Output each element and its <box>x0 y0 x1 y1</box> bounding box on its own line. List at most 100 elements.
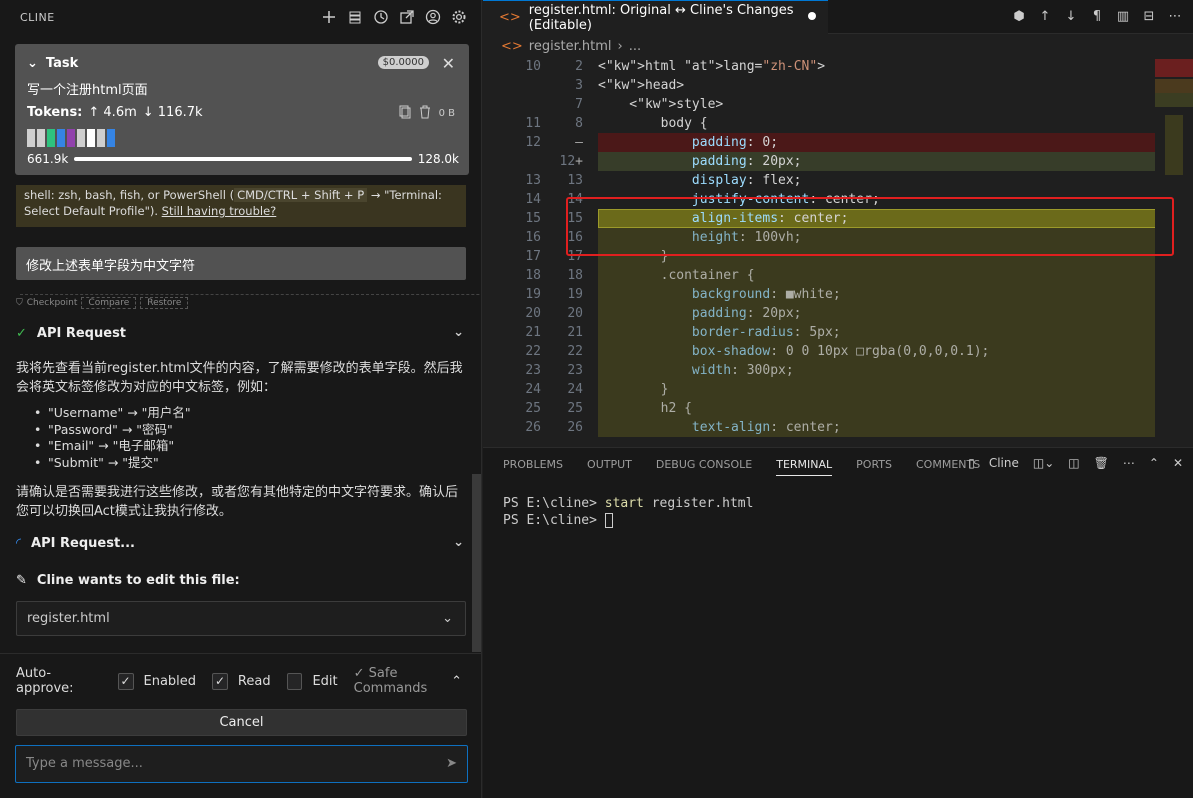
editor-tab[interactable]: <> register.html: Original ↔ Cline's Cha… <box>483 0 828 34</box>
line-number-modified: 24 <box>567 382 583 397</box>
whitespace-icon[interactable]: ¶ <box>1089 8 1105 24</box>
line-number-modified: 26 <box>567 420 583 435</box>
chevron-down-icon[interactable]: ⌄ <box>453 325 464 340</box>
copilot-icon[interactable]: ⬢ <box>1011 8 1027 24</box>
scrollbar[interactable] <box>472 474 481 652</box>
chevron-down-icon[interactable]: ⌄ <box>453 535 464 550</box>
account-icon[interactable] <box>424 8 442 26</box>
history-icon[interactable] <box>372 8 390 26</box>
code-line[interactable]: 13 13 display: flex; <box>483 171 1173 190</box>
api-request-row[interactable]: ✓ API Request ⌄ <box>16 323 466 343</box>
message-input[interactable]: Type a message... ➤ <box>15 745 468 783</box>
tab-ports[interactable]: PORTS <box>856 458 892 476</box>
code-line[interactable]: 20 20 padding: 20px; <box>483 304 1173 323</box>
line-number-modified: 20 <box>567 306 583 321</box>
panel-actions: ▯ Cline ◫⌄ ◫ 🗑 ⋯ ⌃ ✕ <box>968 456 1183 470</box>
code-line[interactable]: 25 25 h2 { <box>483 399 1173 418</box>
tab-output[interactable]: OUTPUT <box>587 458 632 476</box>
code-text: .container { <box>598 268 755 283</box>
api-request-label: API Request <box>36 325 127 341</box>
code-line[interactable]: 10 2 <"kw">html "at">lang="zh-CN"> <box>483 57 1173 76</box>
split-terminal-icon[interactable]: ◫ <box>1068 456 1079 470</box>
message-placeholder: Type a message... <box>26 756 143 771</box>
code-text: text-align: center; <box>691 420 841 435</box>
list-item: "Password" → "密码" <box>34 422 191 439</box>
tokens-row: Tokens: ↑ 4.6m ↓ 116.7k <box>27 105 203 120</box>
cancel-button[interactable]: Cancel <box>16 709 467 736</box>
line-number-original: 17 <box>525 249 541 264</box>
line-number-modified: 19 <box>567 287 583 302</box>
code-line[interactable]: 18 18 .container { <box>483 266 1173 285</box>
cost-badge: $0.0000 <box>377 56 429 69</box>
read-label: Read <box>237 673 271 689</box>
tab-debug-console[interactable]: DEBUG CONSOLE <box>656 458 752 476</box>
trash-icon[interactable]: 🗑 <box>1094 456 1109 470</box>
chevron-up-icon[interactable]: ⌃ <box>1149 456 1159 470</box>
code-line[interactable]: 19 19 background: ■white; <box>483 285 1173 304</box>
close-icon[interactable]: ✕ <box>1173 456 1183 470</box>
send-icon[interactable]: ➤ <box>446 756 457 771</box>
task-label: Task <box>45 56 79 71</box>
trouble-link[interactable]: Still having trouble? <box>162 204 277 218</box>
code-text: body { <box>598 116 708 131</box>
chevron-down-icon[interactable]: ⌄ <box>27 56 38 71</box>
mcp-servers-icon[interactable] <box>346 8 364 26</box>
code-line[interactable]: 26 26 text-align: center; <box>483 418 1173 437</box>
arrow-down-icon[interactable]: ↓ <box>1063 8 1079 24</box>
cline-panel: CLINE ⌄ Task $0.0000 ✕ 写一个注册html页面 Token… <box>0 0 482 798</box>
code-line[interactable]: 21 21 border-radius: 5px; <box>483 323 1173 342</box>
code-line[interactable]: 24 24 } <box>483 380 1173 399</box>
breadcrumb-file[interactable]: register.html <box>529 39 612 54</box>
popout-icon[interactable] <box>398 8 416 26</box>
new-terminal-icon[interactable]: ◫⌄ <box>1033 456 1054 470</box>
copy-icon[interactable] <box>399 105 411 122</box>
code-line[interactable]: 12+ padding: 20px; <box>483 152 1173 171</box>
tab-problems[interactable]: PROBLEMS <box>503 458 563 476</box>
breadcrumb-rest[interactable]: ... <box>629 39 641 54</box>
code-line[interactable]: 3 <"kw">head> <box>483 76 1173 95</box>
map-icon[interactable]: ▥ <box>1115 8 1131 24</box>
html-file-icon: <> <box>501 38 523 54</box>
more-icon[interactable]: ⋯ <box>1167 8 1183 24</box>
tab-title: register.html: Original ↔ Cline's Change… <box>528 2 794 33</box>
line-number-modified: 21 <box>567 325 583 340</box>
gear-icon[interactable] <box>450 8 468 26</box>
plus-icon[interactable] <box>320 8 338 26</box>
safe-commands-label[interactable]: ✓ Safe Commands <box>354 666 466 696</box>
code-line[interactable]: 12 — padding: 0; <box>483 133 1173 152</box>
line-number-original: 15 <box>525 211 541 226</box>
edit-checkbox[interactable] <box>286 672 303 690</box>
context-bar <box>74 157 412 161</box>
line-number-original: 25 <box>525 401 541 416</box>
code-line[interactable]: 23 23 width: 300px; <box>483 361 1173 380</box>
arrow-up-icon[interactable]: ↑ <box>1037 8 1053 24</box>
trash-icon[interactable] <box>419 105 431 122</box>
more-icon[interactable]: ⋯ <box>1123 456 1135 470</box>
user-message: 修改上述表单字段为中文字符 <box>16 247 466 280</box>
terminal-name[interactable]: Cline <box>989 456 1019 470</box>
line-number-original: 21 <box>525 325 541 340</box>
chevron-up-icon[interactable]: ⌃ <box>451 674 462 689</box>
tokens-down: ↓ 116.7k <box>142 105 203 120</box>
split-editor-icon[interactable]: ⊟ <box>1141 8 1157 24</box>
code-line[interactable]: 7 <"kw">style> <box>483 95 1173 114</box>
code-text: border-radius: 5px; <box>691 325 841 340</box>
tab-terminal[interactable]: TERMINAL <box>776 458 833 476</box>
edit-file-row: ✎ Cline wants to edit this file: <box>16 570 466 590</box>
code-text: background: ■white; <box>691 287 841 302</box>
terminal-output[interactable]: PS E:\cline> start register.html PS E:\c… <box>503 495 753 529</box>
terminal-prompt: PS E:\cline> <box>503 513 605 528</box>
editor: <> register.html: Original ↔ Cline's Cha… <box>483 0 1193 798</box>
context-used: 661.9k <box>27 152 69 166</box>
file-select[interactable]: register.html ⌄ <box>16 601 466 636</box>
terminal-notice: shell: zsh, bash, fish, or PowerShell (C… <box>16 185 466 227</box>
enabled-checkbox[interactable]: ✓ <box>117 672 134 690</box>
tokens-up: ↑ 4.6m <box>88 105 137 120</box>
unsaved-dot-icon[interactable] <box>808 12 816 20</box>
code-line[interactable]: 22 22 box-shadow: 0 0 10px □rgba(0,0,0,0.… <box>483 342 1173 361</box>
task-card: ⌄ Task $0.0000 ✕ 写一个注册html页面 Tokens: ↑ 4… <box>15 44 469 175</box>
code-line[interactable]: 11 8 body { <box>483 114 1173 133</box>
read-checkbox[interactable]: ✓ <box>212 672 228 690</box>
api-request-pending-row[interactable]: ◜ API Request... ⌄ <box>16 533 466 553</box>
close-icon[interactable]: ✕ <box>442 54 455 73</box>
